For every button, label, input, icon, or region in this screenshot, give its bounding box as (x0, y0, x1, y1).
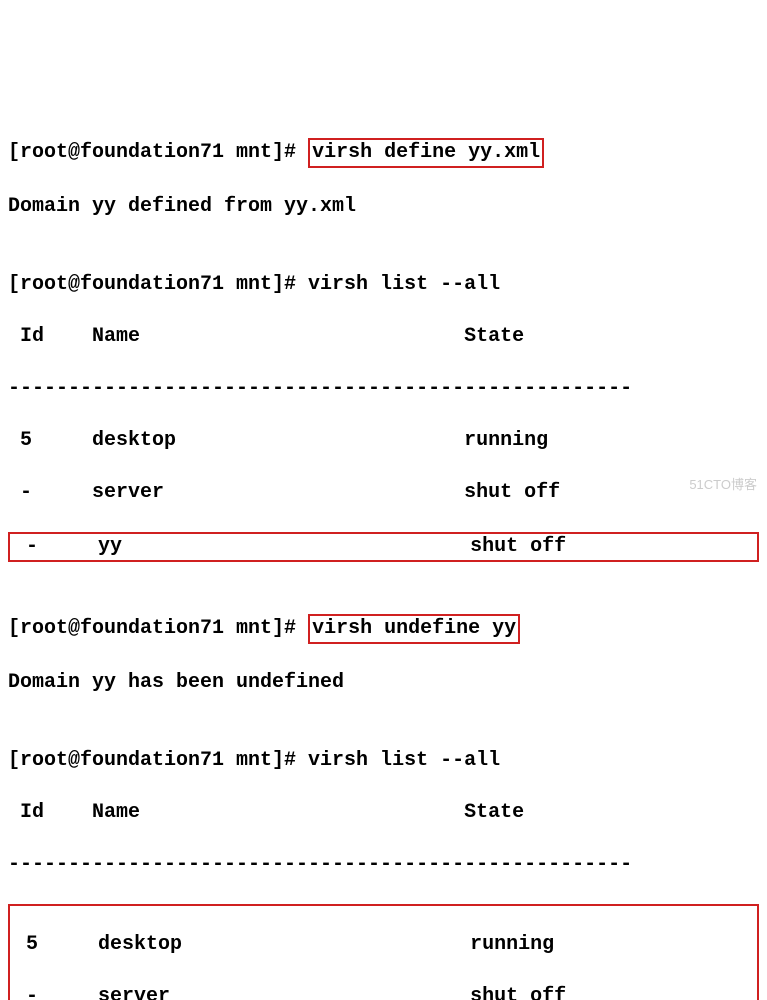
prompt: [root@foundation71 mnt]# (8, 141, 308, 164)
table-row: - server shut off (14, 984, 753, 1000)
output-line: Domain yy defined from yy.xml (8, 194, 759, 220)
cmd-undefine-highlight: virsh undefine yy (308, 614, 520, 644)
table-row: 5 desktop running (8, 428, 759, 454)
cmd-define-highlight: virsh define yy.xml (308, 138, 544, 168)
line: [root@foundation71 mnt]# virsh list --al… (8, 748, 759, 774)
table-row: 5 desktop running (14, 932, 753, 958)
line: [root@foundation71 mnt]# virsh undefine … (8, 614, 759, 644)
table-header: Id Name State (8, 800, 759, 826)
table-final-highlight: 5 desktop running - server shut off (8, 904, 759, 1000)
terminal-output: [root@foundation71 mnt]# virsh define yy… (8, 112, 759, 1000)
watermark: 51CTO博客 (689, 477, 757, 494)
line: [root@foundation71 mnt]# virsh define yy… (8, 138, 759, 168)
table-row: - server shut off (8, 480, 759, 506)
dash-line: ----------------------------------------… (8, 852, 759, 878)
prompt: [root@foundation71 mnt]# (8, 617, 308, 640)
output-line: Domain yy has been undefined (8, 670, 759, 696)
dash-line: ----------------------------------------… (8, 376, 759, 402)
table-header: Id Name State (8, 324, 759, 350)
line: [root@foundation71 mnt]# virsh list --al… (8, 272, 759, 298)
table-row-yy-highlight: - yy shut off (8, 532, 759, 562)
